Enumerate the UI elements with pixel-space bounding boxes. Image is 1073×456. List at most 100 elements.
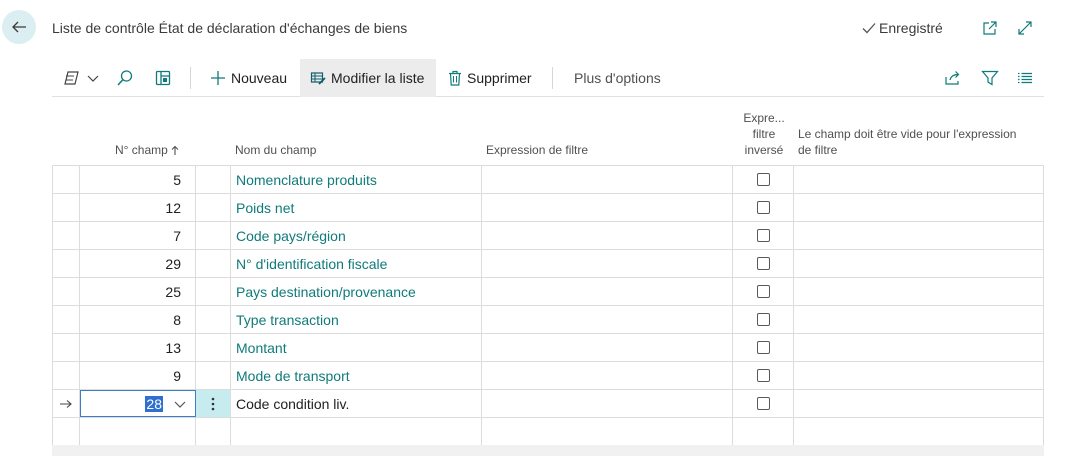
row-actions-button[interactable] <box>196 390 231 417</box>
inverted-filter-checkbox[interactable] <box>756 341 770 354</box>
field-name-link[interactable]: Montant <box>231 334 482 361</box>
must-be-empty-cell[interactable] <box>794 278 1044 305</box>
field-no-cell[interactable]: 25 <box>80 278 196 305</box>
row-menu-cell[interactable] <box>196 418 231 445</box>
column-header-must-be-empty[interactable]: Le champ doit être vide pour l'expressio… <box>798 126 1038 158</box>
table-row[interactable]: 8 Type transaction <box>52 306 1044 334</box>
field-no-cell[interactable]: 13 <box>80 334 196 361</box>
filter-expression-cell[interactable] <box>482 166 733 193</box>
filter-expression-cell[interactable] <box>482 334 733 361</box>
inverted-filter-cell[interactable] <box>733 418 794 445</box>
field-no-cell[interactable] <box>80 418 196 445</box>
field-no-cell[interactable]: 8 <box>80 306 196 333</box>
table-row[interactable]: 9 Mode de transport <box>52 362 1044 390</box>
filter-expression-cell[interactable] <box>482 362 733 389</box>
must-be-empty-cell[interactable] <box>794 194 1044 221</box>
column-header-inverted-filter[interactable]: Expre... filtre inversé <box>736 110 792 158</box>
field-no-cell[interactable]: 29 <box>80 250 196 277</box>
chevron-down-icon[interactable] <box>173 397 187 411</box>
row-menu-cell[interactable] <box>196 362 231 389</box>
must-be-empty-cell[interactable] <box>794 362 1044 389</box>
field-name-link[interactable]: N° d'identification fiscale <box>231 250 482 277</box>
table-row[interactable]: 7 Code pays/région <box>52 222 1044 250</box>
new-button[interactable]: Nouveau <box>210 59 287 97</box>
table-row[interactable]: 29 N° d'identification fiscale <box>52 250 1044 278</box>
field-no-cell[interactable]: 7 <box>80 222 196 249</box>
row-menu-cell[interactable] <box>196 250 231 277</box>
row-indicator[interactable] <box>52 362 80 389</box>
inverted-filter-checkbox[interactable] <box>756 313 770 326</box>
field-no-cell[interactable]: 5 <box>80 166 196 193</box>
open-new-window-button[interactable] <box>980 18 1000 38</box>
must-be-empty-cell[interactable] <box>794 222 1044 249</box>
trash-icon <box>449 70 461 86</box>
field-name-link[interactable]: Code condition liv. <box>231 390 482 417</box>
delete-button[interactable]: Supprimer <box>448 59 532 97</box>
table-row[interactable]: 12 Poids net <box>52 194 1044 222</box>
row-menu-cell[interactable] <box>196 194 231 221</box>
table-row-selected[interactable]: 28 Code condition liv. <box>52 390 1044 418</box>
column-header-field-no[interactable]: N° champ <box>115 142 179 158</box>
row-menu-cell[interactable] <box>196 278 231 305</box>
new-row[interactable] <box>52 418 1044 446</box>
field-no-cell[interactable]: 9 <box>80 362 196 389</box>
field-no-cell[interactable]: 12 <box>80 194 196 221</box>
must-be-empty-cell[interactable] <box>794 418 1044 445</box>
row-menu-cell[interactable] <box>196 166 231 193</box>
inverted-filter-checkbox[interactable] <box>756 397 770 410</box>
field-name-link[interactable]: Mode de transport <box>231 362 482 389</box>
filter-expression-cell[interactable] <box>482 418 733 445</box>
row-menu-cell[interactable] <box>196 306 231 333</box>
table-row[interactable]: 25 Pays destination/provenance <box>52 278 1044 306</box>
column-header-field-name[interactable]: Nom du champ <box>235 142 316 158</box>
filter-expression-cell[interactable] <box>482 306 733 333</box>
layout-button[interactable] <box>154 59 172 97</box>
filter-expression-cell[interactable] <box>482 250 733 277</box>
back-button[interactable] <box>2 10 36 44</box>
filter-expression-cell[interactable] <box>482 278 733 305</box>
row-menu-cell[interactable] <box>196 222 231 249</box>
row-indicator[interactable] <box>52 222 80 249</box>
field-name-link[interactable]: Pays destination/provenance <box>231 278 482 305</box>
inverted-filter-checkbox[interactable] <box>756 285 770 298</box>
inverted-filter-checkbox[interactable] <box>756 173 770 186</box>
must-be-empty-cell[interactable] <box>794 166 1044 193</box>
field-name-link[interactable]: Poids net <box>231 194 482 221</box>
expand-button[interactable] <box>1015 18 1035 38</box>
field-no-dropdown[interactable]: 28 <box>80 390 196 417</box>
row-indicator[interactable] <box>52 278 80 305</box>
must-be-empty-cell[interactable] <box>794 334 1044 361</box>
inverted-filter-checkbox[interactable] <box>756 201 770 214</box>
share-button[interactable] <box>944 59 962 97</box>
search-button[interactable] <box>116 59 134 97</box>
table-row[interactable]: 5 Nomenclature produits <box>52 166 1044 194</box>
field-name-link[interactable]: Code pays/région <box>231 222 482 249</box>
column-header-filter-expression[interactable]: Expression de filtre <box>486 142 588 158</box>
field-name-cell[interactable] <box>231 418 482 445</box>
must-be-empty-cell[interactable] <box>794 390 1044 417</box>
table-row[interactable]: 13 Montant <box>52 334 1044 362</box>
inverted-filter-checkbox[interactable] <box>756 369 770 382</box>
row-menu-cell[interactable] <box>196 334 231 361</box>
row-indicator[interactable] <box>52 194 80 221</box>
row-indicator[interactable] <box>52 306 80 333</box>
field-name-link[interactable]: Nomenclature produits <box>231 166 482 193</box>
row-indicator[interactable] <box>52 166 80 193</box>
list-view-button[interactable] <box>1017 59 1033 97</box>
row-indicator[interactable] <box>52 334 80 361</box>
row-indicator[interactable] <box>52 418 80 445</box>
field-name-link[interactable]: Type transaction <box>231 306 482 333</box>
views-button[interactable] <box>62 59 99 97</box>
filter-button[interactable] <box>981 59 999 97</box>
edit-list-button[interactable]: Modifier la liste <box>300 59 436 97</box>
filter-expression-cell[interactable] <box>482 194 733 221</box>
row-indicator[interactable] <box>52 250 80 277</box>
inverted-filter-checkbox[interactable] <box>756 229 770 242</box>
row-indicator[interactable] <box>52 390 80 417</box>
filter-expression-cell[interactable] <box>482 390 733 417</box>
must-be-empty-cell[interactable] <box>794 306 1044 333</box>
must-be-empty-cell[interactable] <box>794 250 1044 277</box>
filter-expression-cell[interactable] <box>482 222 733 249</box>
inverted-filter-checkbox[interactable] <box>756 257 770 270</box>
more-options-button[interactable]: Plus d'options <box>574 59 661 97</box>
